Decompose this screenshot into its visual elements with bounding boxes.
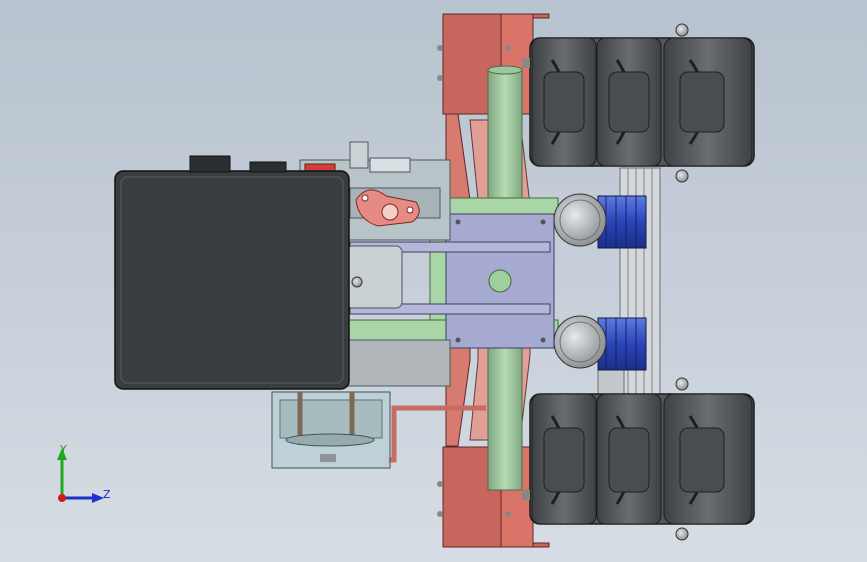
bottom-wheel-2 (596, 393, 662, 525)
lower-drive-motor[interactable] (553, 315, 647, 371)
top-wheel-3 (663, 37, 753, 167)
top-wheel-2 (596, 37, 662, 167)
bottom-wheel-cluster[interactable] (522, 377, 755, 541)
top-wheel-1 (531, 37, 597, 167)
z-axis-label: Z (103, 488, 111, 501)
origin-point (58, 494, 66, 502)
y-axis-label: Y (60, 443, 67, 456)
model-drawing[interactable] (0, 0, 867, 562)
bottom-wheel-1 (531, 393, 597, 525)
transparent-tank[interactable] (271, 391, 391, 469)
cad-viewport[interactable]: Y Z (0, 0, 867, 562)
upper-drive-motor[interactable] (553, 193, 647, 249)
top-wheel-cluster[interactable] (522, 23, 755, 183)
engine-block[interactable] (114, 155, 350, 390)
bottom-wheel-3 (663, 393, 753, 525)
